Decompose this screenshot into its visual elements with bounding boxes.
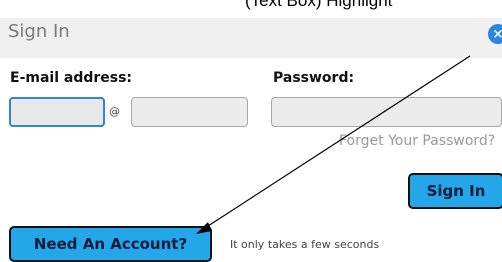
need-account-button[interactable]: Need An Account? [9,226,212,262]
password-label: Password: [273,70,355,86]
need-account-hint: It only takes a few seconds [230,238,380,251]
email-domain-input[interactable] [131,97,248,127]
email-local-input[interactable] [9,97,105,127]
annotation-caption-text: (Text Box) Highlight [245,0,393,10]
forgot-password-link[interactable]: Forget Your Password? [339,133,495,149]
at-symbol: @ [109,105,120,118]
sign-in-button[interactable]: Sign In [408,173,502,209]
password-input[interactable] [271,97,502,127]
annotation-caption: (Text Box) Highlight [0,0,502,18]
close-icon[interactable]: × [488,24,502,44]
dialog-header [0,18,502,58]
email-label: E-mail address: [10,70,133,86]
dialog-title: Sign In [8,21,70,42]
